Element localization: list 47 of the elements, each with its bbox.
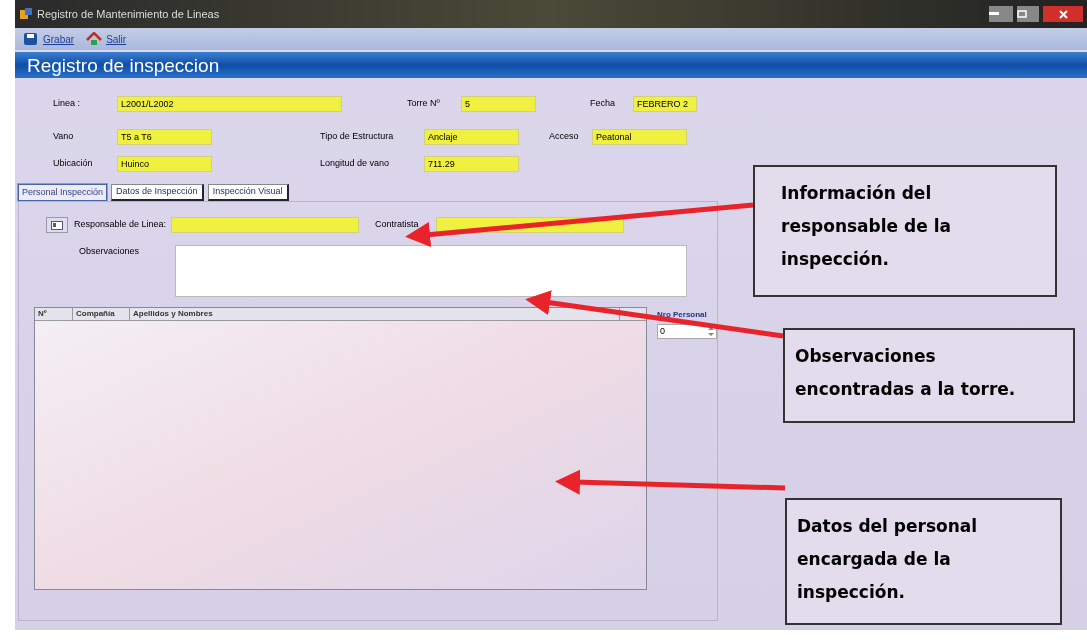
input-field[interactable]: T5 a T6: [117, 129, 212, 145]
tab[interactable]: Datos de Inspección: [111, 184, 204, 201]
field-label: Contratista: [375, 218, 420, 232]
field-label: Responsable de Linea:: [74, 218, 168, 232]
field-label: Longitud de vano: [320, 157, 391, 171]
house-icon: [86, 32, 103, 46]
input-field[interactable]: Peatonal: [592, 129, 687, 145]
input-field[interactable]: 5: [461, 96, 536, 112]
field-label: Tipo de Estructura: [320, 130, 395, 144]
input-field[interactable]: Huinco: [117, 156, 212, 172]
responsable-field[interactable]: [171, 217, 359, 233]
column-header[interactable]: Compañía: [73, 308, 130, 320]
field-label: Vano: [53, 130, 75, 144]
callout-box: Observaciones encontradas a la torre.: [783, 328, 1075, 423]
close-icon: [1058, 9, 1068, 19]
callout-box: Información del responsable de la inspección.: [753, 165, 1057, 297]
field-label: Ubicación: [53, 157, 94, 171]
exit-button[interactable]: Salir: [86, 31, 127, 47]
close-button[interactable]: [1043, 6, 1083, 22]
observaciones-field[interactable]: [175, 245, 687, 297]
card-icon: [51, 220, 63, 230]
window-title: Registro de Mantenimiento de Lineas: [37, 6, 220, 22]
field-label: Observaciones: [79, 245, 141, 258]
app-icon: [19, 7, 33, 21]
spinner-value: 0: [659, 324, 666, 338]
spinner-arrows-icon: [706, 325, 716, 338]
input-field[interactable]: 711.29: [424, 156, 519, 172]
column-header[interactable]: Apellidos y Nombres: [130, 308, 620, 320]
header-title: Registro de inspeccion: [27, 55, 220, 75]
input-field[interactable]: Anclaje: [424, 129, 519, 145]
maximize-icon: [1017, 10, 1027, 18]
column-header[interactable]: Nº: [35, 308, 73, 320]
input-field[interactable]: FEBRERO 2: [633, 96, 697, 112]
field-label: Fecha: [590, 97, 616, 111]
field-label: Linea :: [53, 97, 82, 111]
maximize-button[interactable]: [1017, 6, 1039, 22]
tab[interactable]: Personal Inspección: [18, 184, 108, 201]
field-label: Nro Personal: [657, 309, 708, 321]
field-label: Acceso: [549, 130, 580, 144]
field-label: Torre Nº: [407, 97, 441, 111]
save-button[interactable]: Grabar: [23, 31, 75, 47]
person-lookup-button[interactable]: [46, 217, 68, 233]
callout-box: Datos del personal encargada de la inspección.: [785, 498, 1062, 625]
tab[interactable]: Inspección Visual: [207, 184, 289, 201]
minimize-icon: [989, 12, 999, 16]
minimize-button[interactable]: [989, 6, 1013, 22]
input-field[interactable]: L2001/L2002: [117, 96, 342, 112]
